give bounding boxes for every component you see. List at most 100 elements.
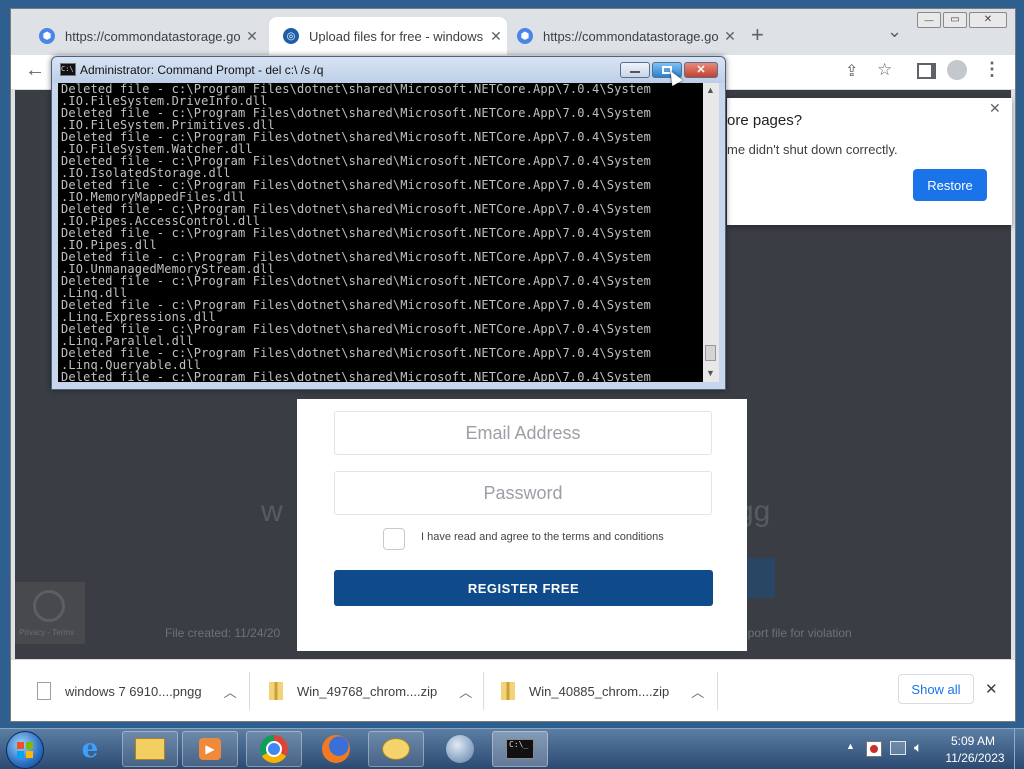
cmd-close-button[interactable]: ✕ — [684, 62, 718, 78]
windows-logo-part — [17, 751, 24, 758]
chrome-icon — [260, 735, 288, 763]
scroll-up-arrow-icon[interactable]: ▲ — [706, 85, 715, 95]
new-tab-button[interactable]: + — [751, 23, 764, 47]
close-download-shelf-icon[interactable]: ✕ — [985, 680, 998, 698]
clock-time[interactable]: 5:09 AM — [938, 734, 1008, 748]
cmd-console-output[interactable]: Deleted file - c:\Program Files\dotnet\s… — [58, 83, 703, 382]
globe-icon: ⬢ — [517, 28, 533, 44]
volume-icon[interactable]: 🔈︎ — [914, 739, 922, 756]
app-taskbar-icon[interactable] — [432, 731, 488, 767]
minimize-button[interactable]: — — [917, 12, 941, 28]
download-item-3[interactable]: Win_40885_chrom....zip ︿ — [501, 660, 704, 721]
chevron-up-icon[interactable]: ︿ — [691, 682, 704, 701]
firefox-icon — [322, 735, 350, 763]
divider — [249, 672, 250, 710]
terms-checkbox[interactable] — [383, 528, 405, 550]
start-button[interactable] — [6, 731, 44, 769]
file-icon — [37, 682, 51, 700]
back-arrow-icon[interactable]: ← — [25, 59, 45, 82]
email-field[interactable]: Email Address — [334, 411, 712, 455]
restore-button[interactable]: Restore — [913, 169, 987, 201]
scrollbar-thumb[interactable] — [705, 345, 716, 361]
media-player-icon: ▶ — [199, 738, 221, 760]
close-tab-icon[interactable]: ✕ — [719, 28, 741, 45]
menu-kebab-icon[interactable]: ⋮ — [983, 59, 1001, 80]
minimize-icon — [630, 71, 640, 73]
clock-date[interactable]: 11/26/2023 — [938, 751, 1012, 765]
maximize-button[interactable]: ▭ — [943, 12, 967, 28]
chevron-up-icon[interactable]: ︿ — [224, 682, 237, 701]
tab-title: https://commondatastorage.goo — [543, 28, 719, 44]
download-filename: Win_40885_chrom....zip — [529, 683, 670, 699]
download-shelf: windows 7 6910....pngg ︿ Win_49768_chrom… — [11, 659, 1015, 721]
command-prompt-window[interactable]: C:\ Administrator: Command Prompt - del … — [51, 56, 726, 390]
ie-icon: e — [81, 734, 99, 764]
tab-title: https://commondatastorage.goo — [65, 28, 241, 44]
cmd-scrollbar[interactable]: ▲ ▼ — [703, 83, 719, 382]
action-center-flag-icon[interactable] — [866, 741, 882, 757]
site-favicon-icon: ◎ — [283, 28, 299, 44]
windows-logo-part — [26, 742, 33, 749]
download-item-1[interactable]: windows 7 6910....pngg ︿ — [37, 660, 237, 721]
media-player-taskbar-icon[interactable]: ▶ — [182, 731, 238, 767]
zip-icon — [269, 682, 283, 700]
tab-upload-files[interactable]: ◎ Upload files for free - windows 7 ✕ — [269, 17, 507, 55]
windows-logo-icon — [17, 742, 24, 749]
download-item-2[interactable]: Win_49768_chrom....zip ︿ — [269, 660, 472, 721]
tab-commondatastorage-2[interactable]: ⬢ https://commondatastorage.goo ✕ — [503, 17, 741, 55]
cmd-title: Administrator: Command Prompt - del c:\ … — [80, 63, 324, 77]
cmd-minimize-button[interactable] — [620, 62, 650, 78]
register-modal: Email Address Password I have read and a… — [297, 399, 747, 651]
recaptcha-links: Privacy - Terms — [19, 628, 74, 637]
chat-taskbar-icon[interactable] — [368, 731, 424, 767]
firefox-taskbar-icon[interactable] — [308, 731, 364, 767]
background-heading-left: w — [261, 495, 283, 528]
divider — [717, 672, 718, 710]
window-close-button[interactable]: ✕ — [969, 12, 1007, 28]
speech-bubble-icon — [382, 738, 410, 760]
tab-title: Upload files for free - windows 7 — [309, 28, 485, 44]
side-panel-icon[interactable] — [917, 63, 936, 79]
recaptcha-badge[interactable]: Privacy - Terms — [15, 582, 85, 644]
share-icon[interactable]: ⇪ — [845, 61, 858, 81]
tab-search-button[interactable]: ⌄ — [887, 21, 902, 42]
download-filename: windows 7 6910....pngg — [65, 683, 202, 699]
restore-message: me didn't shut down correctly. — [727, 142, 898, 157]
close-tab-icon[interactable]: ✕ — [241, 28, 263, 45]
cmd-taskbar-icon[interactable]: C:\_ — [492, 731, 548, 767]
cmd-icon: C:\_ — [506, 739, 534, 759]
cmd-output-line: Deleted file - c:\Program Files\dotnet\s… — [61, 370, 651, 382]
windows-logo-part — [26, 751, 33, 758]
tab-commondatastorage-1[interactable]: ⬢ https://commondatastorage.goo ✕ — [25, 17, 263, 55]
report-file-link[interactable]: report file for violation — [737, 626, 852, 640]
tab-strip: ⬢ https://commondatastorage.goo ✕ ◎ Uplo… — [11, 9, 1015, 55]
show-all-button[interactable]: Show all — [898, 674, 974, 704]
close-icon[interactable]: ✕ — [989, 100, 1001, 117]
windows-taskbar: e ▶ C:\_ ▲ 🔈︎ 5:09 AM 11/26/2023 — [0, 728, 1024, 769]
register-free-button[interactable]: REGISTER FREE — [334, 570, 713, 606]
tray-expand-arrow-icon[interactable]: ▲ — [846, 741, 855, 751]
internet-explorer-taskbar-icon[interactable]: e — [62, 731, 118, 767]
chevron-up-icon[interactable]: ︿ — [459, 682, 472, 701]
recaptcha-icon — [33, 590, 65, 622]
scroll-down-arrow-icon[interactable]: ▼ — [706, 368, 715, 378]
globe-icon: ⬢ — [39, 28, 55, 44]
cmd-output-line: Deleted file - c:\Program Files\dotnet\s… — [61, 274, 651, 288]
password-field[interactable]: Password — [334, 471, 712, 515]
download-filename: Win_49768_chrom....zip — [297, 683, 438, 699]
network-icon[interactable] — [890, 741, 906, 755]
show-desktop-button[interactable] — [1014, 729, 1024, 769]
restore-pages-bubble: ore pages? me didn't shut down correctly… — [727, 98, 1012, 225]
cmd-titlebar[interactable]: C:\ Administrator: Command Prompt - del … — [52, 57, 725, 83]
divider — [483, 672, 484, 710]
file-created-text: File created: 11/24/20 — [165, 626, 281, 640]
cmd-app-icon: C:\ — [60, 63, 76, 76]
bookmark-star-icon[interactable]: ☆ — [877, 60, 892, 80]
zip-icon — [501, 682, 515, 700]
folder-icon — [135, 738, 165, 760]
profile-avatar-icon[interactable] — [947, 60, 967, 80]
explorer-taskbar-icon[interactable] — [122, 731, 178, 767]
orb-app-icon — [446, 735, 474, 763]
restore-title: ore pages? — [727, 112, 803, 129]
chrome-taskbar-icon[interactable] — [246, 731, 302, 767]
